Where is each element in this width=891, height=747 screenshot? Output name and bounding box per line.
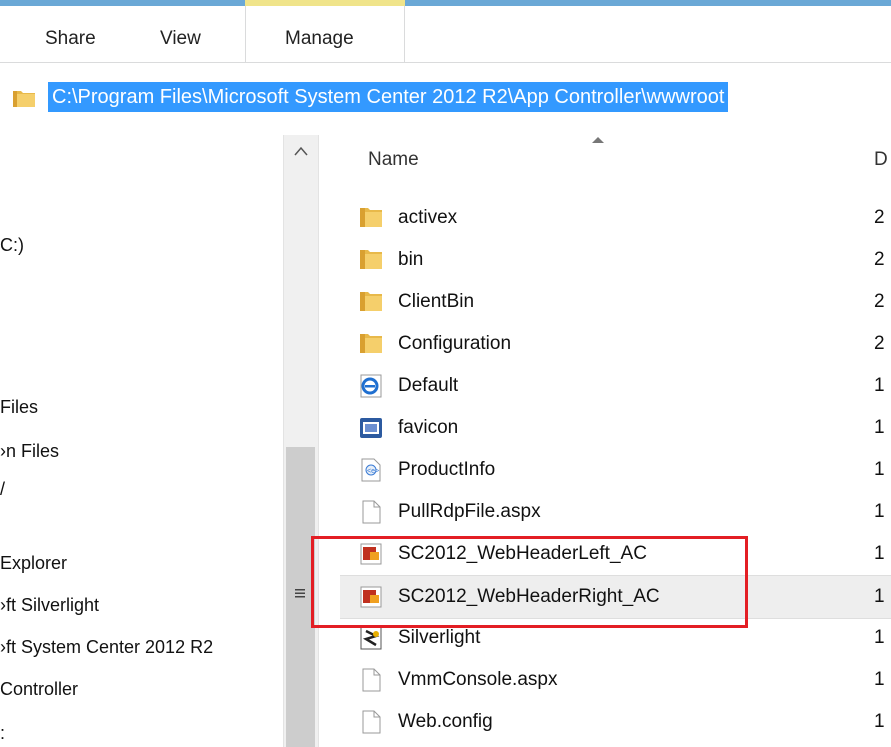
file-row[interactable]: VmmConsole.aspx 1 [318,659,891,701]
ie-html-icon [358,373,384,399]
file-row[interactable]: <e> ProductInfo 1 [318,449,891,491]
folder-icon [12,88,36,113]
address-bar[interactable]: C:\Program Files\Microsoft System Center… [0,78,891,118]
file-date: 1 [874,586,885,607]
file-row[interactable]: favicon 1 [318,407,891,449]
nav-item-app-controller[interactable]: Controller [0,679,78,700]
file-date: 2 [874,291,885,312]
xml-file-icon: <e> [358,457,384,483]
file-name: Web.config [398,711,493,732]
column-header: Name D [318,135,891,185]
column-date-header[interactable]: D [874,149,888,171]
file-name: ProductInfo [398,459,496,480]
file-date: 1 [874,417,885,438]
tab-manage[interactable]: Manage [245,6,405,62]
address-path[interactable]: C:\Program Files\Microsoft System Center… [48,82,729,112]
folder-icon [358,247,384,273]
annotation-highlight-box [311,536,748,628]
file-date: 1 [874,669,885,690]
nav-item-explorer[interactable]: Explorer [0,553,67,574]
file-name: Silverlight [398,627,481,648]
icon-file-icon [358,415,384,441]
tab-share[interactable]: Share [45,28,96,50]
folder-icon [358,205,384,231]
file-name: Default [398,375,459,396]
svg-text:<e>: <e> [367,468,379,475]
file-list: Name D activex 2 bin 2 ClientBin 2 Configurati… [318,135,891,747]
nav-item-silverlight[interactable]: ›ft Silverlight [0,595,99,616]
blank-file-icon [358,709,384,735]
file-name: Configuration [398,333,512,354]
nav-scrollbar[interactable] [283,135,319,747]
scroll-up-icon[interactable] [292,143,310,161]
nav-item-drive[interactable]: C:) [0,235,24,256]
file-name: VmmConsole.aspx [398,669,558,690]
nav-item-files[interactable]: Files [0,397,38,418]
sort-ascending-icon [592,137,604,143]
navigation-pane: C:) Files ›n Files / Explorer ›ft Silver… [0,135,283,747]
folder-icon [358,331,384,357]
file-row[interactable]: PullRdpFile.aspx 1 [318,491,891,533]
file-row[interactable]: ClientBin 2 [318,281,891,323]
scroll-grip-icon [294,583,306,604]
column-name-header[interactable]: Name [368,149,419,171]
nav-item-system-center[interactable]: ›ft System Center 2012 R2 [0,637,213,658]
nav-item-partial[interactable]: : [0,723,5,744]
file-date: 1 [874,375,885,396]
file-date: 2 [874,249,885,270]
file-date: 1 [874,459,885,480]
tab-view[interactable]: View [160,28,201,50]
file-row[interactable]: Web.config 1 [318,701,891,743]
file-date: 1 [874,627,885,648]
file-name: activex [398,207,458,228]
file-date: 1 [874,711,885,732]
file-name: bin [398,249,424,270]
file-row[interactable]: Default 1 [318,365,891,407]
nav-item-common-files[interactable]: ›n Files [0,441,59,462]
blank-file-icon [358,667,384,693]
file-row[interactable]: activex 2 [318,197,891,239]
tab-manage-label: Manage [285,28,354,49]
silverlight-icon [358,625,384,651]
file-name: ClientBin [398,291,475,312]
file-date: 2 [874,333,885,354]
nav-item-slash[interactable]: / [0,479,5,500]
ribbon-accent-line [0,0,891,6]
folder-icon [358,289,384,315]
file-row[interactable]: bin 2 [318,239,891,281]
ribbon: Share View Manage [0,0,891,63]
blank-file-icon [358,499,384,525]
file-name: PullRdpFile.aspx [398,501,541,522]
file-date: 2 [874,207,885,228]
file-date: 1 [874,543,885,564]
file-name: favicon [398,417,459,438]
file-date: 1 [874,501,885,522]
file-row[interactable]: Configuration 2 [318,323,891,365]
